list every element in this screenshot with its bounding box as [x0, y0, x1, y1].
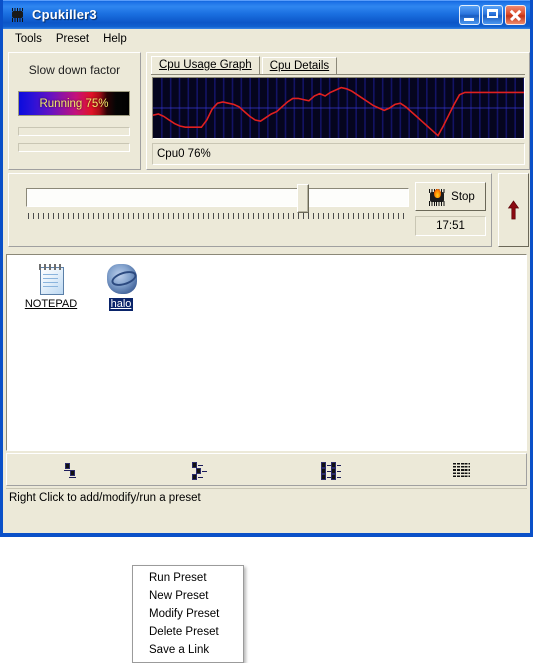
title-bar: Cpukiller3: [3, 0, 530, 29]
large-icons-view-button[interactable]: [7, 454, 137, 485]
status-bar-text: Right Click to add/modify/run a preset: [9, 491, 201, 504]
cpu-status-text: Cpu0 76%: [157, 148, 211, 160]
preset-label-halo: halo: [108, 298, 134, 311]
context-menu-item-save-a-link[interactable]: Save a Link: [133, 641, 243, 659]
tab-cpu-details[interactable]: Cpu Details: [261, 57, 338, 75]
cpu-status-field: Cpu0 76%: [152, 143, 525, 165]
slider-ticks: [28, 213, 408, 219]
menu-preset[interactable]: Preset: [49, 31, 96, 47]
tab-cpu-usage-graph[interactable]: Cpu Usage Graph: [151, 56, 260, 75]
preset-item-halo[interactable]: halo: [89, 263, 153, 311]
list-view-button[interactable]: [267, 454, 397, 485]
preset-list-area[interactable]: NOTEPAD halo Run Preset New Preset Modif…: [6, 254, 527, 663]
minimize-button[interactable]: [459, 4, 480, 25]
preset-context-menu: Run Preset New Preset Modify Preset Dele…: [132, 565, 244, 663]
context-menu-item-run-preset[interactable]: Run Preset: [133, 569, 243, 587]
preset-item-notepad[interactable]: NOTEPAD: [19, 263, 83, 311]
application-window: Cpukiller3 Tools Preset Help Slow down f…: [0, 0, 533, 663]
context-menu-item-modify-preset[interactable]: Modify Preset: [133, 605, 243, 623]
cpu-usage-graph: [152, 77, 525, 139]
controls-area: Stop 17:51: [6, 173, 529, 251]
cpu-panel: Cpu Usage Graph Cpu Details Cpu0 76%: [146, 52, 530, 170]
stop-button-label: Stop: [451, 190, 475, 203]
secondary-bar-1: [18, 127, 130, 136]
cpu-tabstrip: Cpu Usage Graph Cpu Details: [151, 56, 339, 75]
preset-label-notepad: NOTEPAD: [24, 298, 78, 310]
elapsed-time-display: 17:51: [415, 216, 486, 236]
slider-thumb[interactable]: [297, 184, 309, 213]
tabstrip-divider: [151, 74, 525, 75]
secondary-bar-2: [18, 143, 130, 152]
slow-down-factor-panel: Slow down factor Running 75%: [8, 52, 141, 170]
view-toolbar: [6, 453, 527, 486]
stop-button[interactable]: Stop: [415, 182, 486, 211]
menu-bar: Tools Preset Help: [3, 29, 530, 48]
window-title: Cpukiller3: [32, 7, 97, 22]
details-view-button[interactable]: [396, 454, 526, 485]
burning-chip-icon: [426, 187, 448, 207]
large-icons-view-icon: [61, 461, 83, 479]
small-icons-view-icon: [191, 461, 213, 480]
details-view-icon: [450, 461, 472, 479]
context-menu-item-new-preset[interactable]: New Preset: [133, 587, 243, 605]
chip-icon: [9, 7, 27, 23]
cpu-graph-plot: [153, 78, 524, 138]
controls-panel: Stop 17:51: [8, 173, 492, 247]
notepad-icon: [35, 263, 67, 295]
halo-icon: [105, 263, 139, 295]
context-menu-item-delete-preset[interactable]: Delete Preset: [133, 623, 243, 641]
close-button[interactable]: [505, 4, 526, 25]
slow-down-gradient-bar: Running 75%: [18, 91, 130, 116]
small-icons-view-button[interactable]: [137, 454, 267, 485]
menu-tools[interactable]: Tools: [8, 31, 49, 47]
up-arrow-button[interactable]: [498, 173, 529, 247]
running-status-label: Running 75%: [39, 97, 109, 110]
slow-down-factor-title: Slow down factor: [28, 63, 121, 77]
menu-help[interactable]: Help: [96, 31, 134, 47]
up-arrow-icon: [507, 200, 520, 220]
list-view-icon: [320, 461, 342, 480]
status-bar: Right Click to add/modify/run a preset: [6, 488, 527, 506]
maximize-button[interactable]: [482, 4, 503, 25]
window-controls: [459, 4, 526, 25]
elapsed-time-value: 17:51: [436, 220, 465, 232]
top-panels: Slow down factor Running 75% Cpu Usage G…: [6, 50, 530, 171]
slow-down-slider[interactable]: [26, 188, 409, 207]
